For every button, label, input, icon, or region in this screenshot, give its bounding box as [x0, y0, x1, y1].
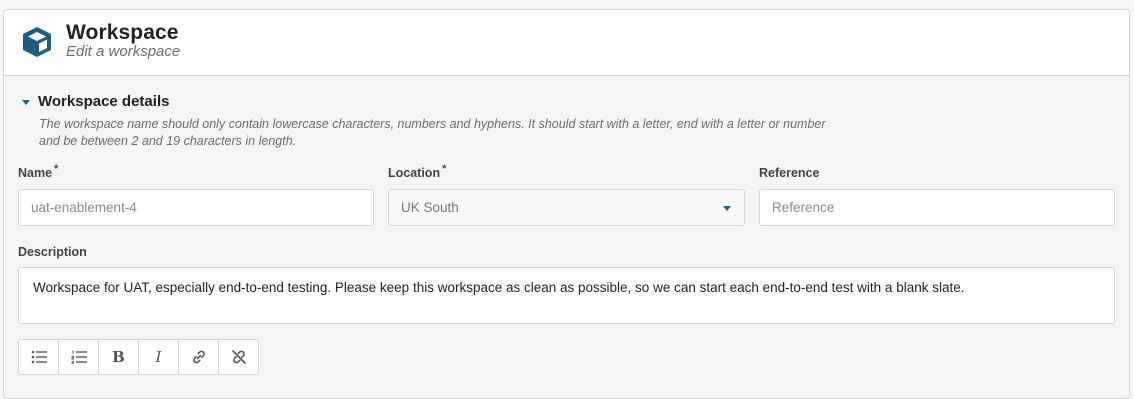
name-label: Name * — [18, 163, 59, 180]
section-description-line-1: The workspace name should only contain l… — [39, 117, 826, 131]
card-header: Workspace Edit a workspace — [4, 10, 1129, 76]
reference-input[interactable]: Reference — [759, 189, 1115, 226]
bullet-list-icon — [31, 350, 47, 364]
chevron-down-icon — [723, 206, 731, 211]
unlink-icon — [231, 350, 246, 364]
box-icon — [23, 27, 51, 57]
location-select[interactable]: UK South — [388, 189, 745, 226]
bold-icon: B — [112, 348, 125, 366]
name-label-text: Name — [18, 166, 53, 180]
description-label-text: Description — [18, 245, 87, 259]
bullet-list-button[interactable] — [19, 340, 59, 374]
link-button[interactable] — [179, 340, 219, 374]
link-icon — [192, 350, 205, 364]
location-label-text: Location — [388, 166, 441, 180]
caret-down-icon — [22, 100, 30, 105]
section-description: The workspace name should only contain l… — [39, 116, 859, 150]
description-textarea[interactable]: Workspace for UAT, especially end-to-end… — [18, 267, 1115, 324]
section-toggle-workspace-details[interactable]: Workspace details — [19, 93, 169, 110]
name-input-placeholder: uat-enablement-4 — [31, 200, 137, 215]
description-text: Workspace for UAT, especially end-to-end… — [33, 280, 965, 295]
numbered-list-icon — [71, 350, 87, 364]
numbered-list-button[interactable] — [59, 340, 99, 374]
name-input[interactable]: uat-enablement-4 — [18, 189, 374, 226]
section-description-line-2: and be between 2 and 19 characters in le… — [39, 134, 297, 148]
page-title: Workspace — [66, 21, 179, 44]
reference-label: Reference — [759, 166, 819, 180]
italic-icon: I — [155, 348, 162, 366]
required-mark: * — [442, 163, 447, 175]
section-title: Workspace details — [38, 93, 170, 110]
location-label: Location * — [388, 163, 447, 180]
location-select-value: UK South — [401, 200, 459, 215]
unlink-button[interactable] — [219, 340, 258, 374]
page-subtitle: Edit a workspace — [66, 43, 181, 60]
required-mark: * — [54, 163, 59, 175]
description-label: Description — [18, 245, 87, 259]
reference-label-text: Reference — [759, 166, 820, 180]
formatting-toolbar: B I — [18, 339, 259, 375]
reference-input-placeholder: Reference — [772, 200, 835, 215]
bold-button[interactable]: B — [99, 340, 139, 374]
italic-button[interactable]: I — [139, 340, 179, 374]
